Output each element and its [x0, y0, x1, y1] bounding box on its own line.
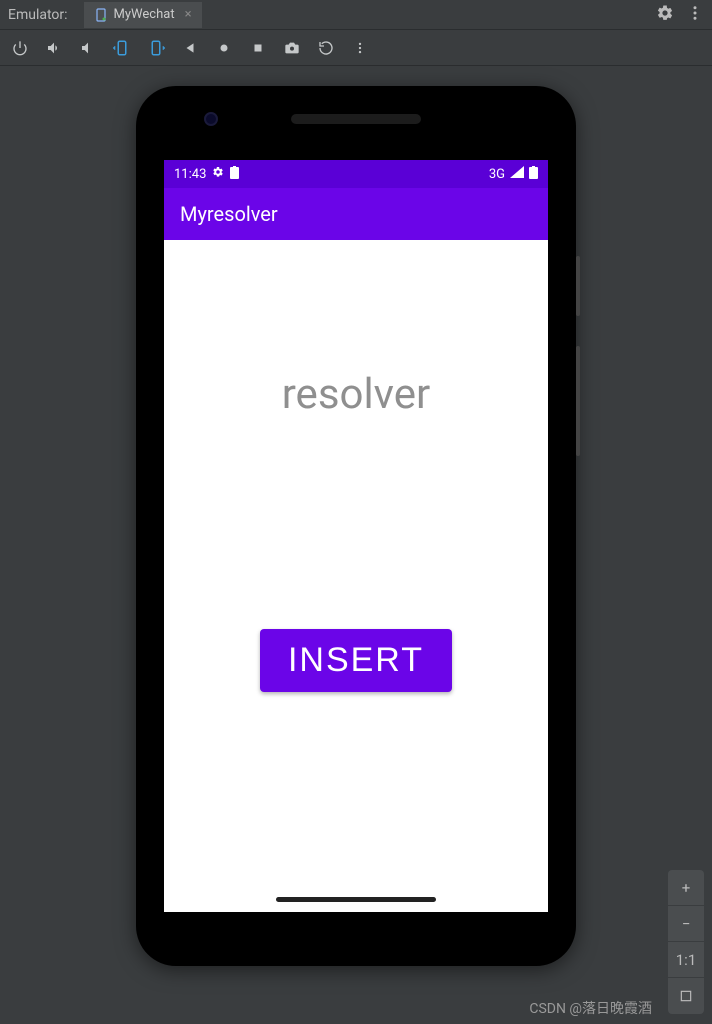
emulator-viewport: 11:43 3G Myresolver resolver INSERT	[0, 66, 712, 1024]
insert-button[interactable]: INSERT	[260, 629, 452, 692]
device-frame: 11:43 3G Myresolver resolver INSERT	[136, 86, 576, 966]
device-speaker	[291, 114, 421, 124]
gesture-nav-bar[interactable]	[276, 897, 436, 902]
more-options-icon[interactable]	[350, 38, 370, 58]
settings-icon[interactable]	[656, 4, 674, 26]
zoom-fit-button[interactable]	[668, 978, 704, 1014]
status-time: 11:43	[174, 167, 206, 182]
overview-icon[interactable]	[248, 38, 268, 58]
device-side-button	[576, 346, 580, 456]
signal-icon	[510, 166, 524, 182]
resolver-text: resolver	[282, 370, 431, 419]
android-status-bar: 11:43 3G	[164, 160, 548, 188]
gear-icon	[212, 166, 224, 182]
device-side-button	[576, 256, 580, 316]
emulator-label: Emulator:	[8, 7, 68, 23]
tab-label: MyWechat	[114, 7, 175, 22]
battery-icon	[529, 166, 538, 183]
device-camera	[204, 112, 218, 126]
volume-up-icon[interactable]	[44, 38, 64, 58]
watermark: CSDN @落日晚霞酒	[529, 998, 652, 1018]
emulator-header: Emulator: MyWechat ×	[0, 0, 712, 30]
more-icon[interactable]	[686, 4, 704, 26]
battery-icon	[230, 166, 239, 183]
home-icon[interactable]	[214, 38, 234, 58]
close-icon[interactable]: ×	[185, 7, 192, 22]
device-screen: 11:43 3G Myresolver resolver INSERT	[164, 160, 548, 912]
rotate-right-icon[interactable]	[146, 38, 166, 58]
emulator-tab[interactable]: MyWechat ×	[84, 2, 202, 28]
network-label: 3G	[489, 167, 505, 182]
app-action-bar: Myresolver	[164, 188, 548, 240]
rotate-left-icon[interactable]	[112, 38, 132, 58]
back-icon[interactable]	[180, 38, 200, 58]
zoom-actual-button[interactable]: 1:1	[668, 942, 704, 978]
zoom-panel: + − 1:1	[668, 870, 704, 1014]
phone-icon	[94, 8, 108, 22]
volume-down-icon[interactable]	[78, 38, 98, 58]
app-content: resolver INSERT	[164, 240, 548, 912]
record-icon[interactable]	[316, 38, 336, 58]
power-icon[interactable]	[10, 38, 30, 58]
zoom-out-button[interactable]: −	[668, 906, 704, 942]
app-title: Myresolver	[180, 202, 278, 226]
screenshot-icon[interactable]	[282, 38, 302, 58]
zoom-in-button[interactable]: +	[668, 870, 704, 906]
emulator-toolbar	[0, 30, 712, 66]
